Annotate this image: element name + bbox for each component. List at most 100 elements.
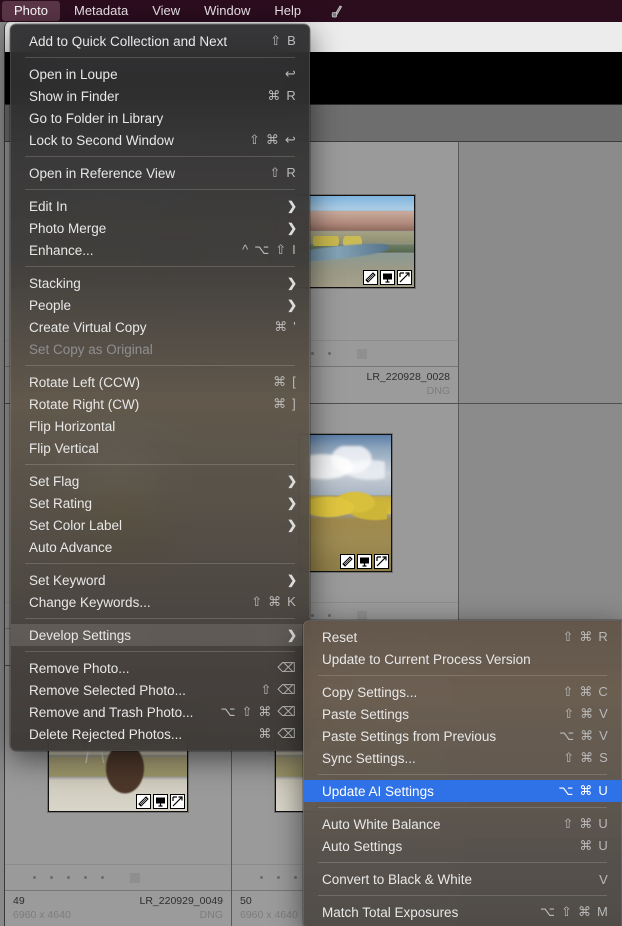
thumbnail-badges <box>363 269 412 285</box>
menu-item-lock-to-second-window[interactable]: Lock to Second Window ⇧ ⌘ ↩ <box>11 129 309 151</box>
menu-item-add-to-quick-collection-and-next[interactable]: Add to Quick Collection and Next ⇧ B <box>11 30 309 52</box>
chevron-right-icon: ❯ <box>286 496 297 510</box>
menu-item-auto-white-balance[interactable]: Auto White Balance ⇧ ⌘ U <box>304 813 621 835</box>
menu-item-enhance[interactable]: Enhance... ^ ⌥ ⇧ I <box>11 239 309 261</box>
color-label-swatch[interactable] <box>357 610 367 621</box>
color-label-swatch[interactable] <box>357 348 367 359</box>
menu-item-shortcut: ⌘ ⌫ <box>258 726 297 741</box>
rating-dot[interactable] <box>260 876 263 879</box>
menu-item-label: Remove and Trash Photo... <box>29 704 194 720</box>
menu-item-stacking[interactable]: Stacking ❯ <box>11 272 309 294</box>
menu-item-photo-merge[interactable]: Photo Merge ❯ <box>11 217 309 239</box>
menu-item-update-to-current-process-version[interactable]: Update to Current Process Version <box>304 648 621 670</box>
menu-item-remove-selected-photo[interactable]: Remove Selected Photo... ⇧ ⌫ <box>11 679 309 701</box>
menu-item-open-in-reference-view[interactable]: Open in Reference View ⇧ R <box>11 162 309 184</box>
menu-item-set-rating[interactable]: Set Rating ❯ <box>11 492 309 514</box>
menu-item-change-keywords[interactable]: Change Keywords... ⇧ ⌘ K <box>11 591 309 613</box>
menu-item-label: Set Keyword <box>29 572 106 588</box>
menu-item-set-color-label[interactable]: Set Color Label ❯ <box>11 514 309 536</box>
menu-item-reset[interactable]: Reset ⇧ ⌘ R <box>304 626 621 648</box>
menu-item-shortcut: ⇧ ⌘ R <box>562 629 609 644</box>
menu-item-label: Auto Advance <box>29 539 113 555</box>
photo-dimensions: 6960 x 4640 <box>240 909 298 921</box>
photo-menu-dropdown[interactable]: Add to Quick Collection and Next ⇧ B Open … <box>10 24 310 751</box>
menu-separator <box>318 675 607 676</box>
menu-item-shortcut: ⌘ ' <box>274 319 297 334</box>
menu-item-label: Add to Quick Collection and Next <box>29 33 228 49</box>
photo-index: 49 <box>13 895 25 907</box>
develop-settings-submenu[interactable]: Reset ⇧ ⌘ R Update to Current Process Vers… <box>303 620 622 926</box>
menu-item-label: Change Keywords... <box>29 594 151 610</box>
menu-separator <box>318 895 607 896</box>
menubar-item-help[interactable]: Help <box>262 0 313 22</box>
menu-item-label: Flip Horizontal <box>29 418 116 434</box>
menu-item-develop-settings[interactable]: Develop Settings ❯ <box>11 624 309 646</box>
menu-item-show-in-finder[interactable]: Show in Finder ⌘ R <box>11 85 309 107</box>
menu-item-create-virtual-copy[interactable]: Create Virtual Copy ⌘ ' <box>11 316 309 338</box>
rating-dot[interactable] <box>294 876 297 879</box>
menu-item-rotate-right-cw[interactable]: Rotate Right (CW) ⌘ ] <box>11 393 309 415</box>
rating-dot[interactable] <box>67 876 70 879</box>
menu-item-remove-and-trash-photo[interactable]: Remove and Trash Photo... ⌥ ⇧ ⌘ ⌫ <box>11 701 309 723</box>
rating-dot[interactable] <box>328 352 331 355</box>
menu-item-shortcut: ⌘ ] <box>273 396 297 411</box>
lightroom-icon[interactable] <box>329 3 345 19</box>
menu-item-people[interactable]: People ❯ <box>11 294 309 316</box>
rating-dot[interactable] <box>311 614 314 617</box>
menu-item-label: Go to Folder in Library <box>29 110 164 126</box>
menu-item-flip-vertical[interactable]: Flip Vertical <box>11 437 309 459</box>
rating-dot[interactable] <box>33 876 36 879</box>
menu-item-paste-settings-from-previous[interactable]: Paste Settings from Previous ⌥ ⌘ V <box>304 725 621 747</box>
menu-item-label: Flip Vertical <box>29 440 99 456</box>
rating-dot[interactable] <box>311 352 314 355</box>
menu-item-rotate-left-ccw[interactable]: Rotate Left (CCW) ⌘ [ <box>11 371 309 393</box>
menu-item-update-ai-settings[interactable]: Update AI Settings ⌥ ⌘ U <box>304 780 621 802</box>
menu-item-convert-to-black-white[interactable]: Convert to Black & White V <box>304 868 621 890</box>
menu-item-label: Create Virtual Copy <box>29 319 147 335</box>
chevron-right-icon: ❯ <box>286 474 297 488</box>
menu-item-sync-settings[interactable]: Sync Settings... ⇧ ⌘ S <box>304 747 621 769</box>
menu-item-auto-advance[interactable]: Auto Advance <box>11 536 309 558</box>
menu-item-label: People <box>29 297 72 313</box>
thumbnail-badges <box>136 793 185 809</box>
chevron-right-icon: ❯ <box>286 276 297 290</box>
menu-item-set-keyword[interactable]: Set Keyword ❯ <box>11 569 309 591</box>
menu-item-copy-settings[interactable]: Copy Settings... ⇧ ⌘ C <box>304 681 621 703</box>
menu-item-set-flag[interactable]: Set Flag ❯ <box>11 470 309 492</box>
chevron-right-icon: ❯ <box>286 573 297 587</box>
rating-dot[interactable] <box>101 876 104 879</box>
menu-item-shortcut: ⌘ U <box>579 838 609 853</box>
menu-item-flip-horizontal[interactable]: Flip Horizontal <box>11 415 309 437</box>
photo-thumbnail[interactable] <box>298 434 392 572</box>
menubar-item-photo[interactable]: Photo <box>2 1 60 21</box>
rating-dot[interactable] <box>84 876 87 879</box>
menubar-item-metadata[interactable]: Metadata <box>62 0 140 22</box>
menu-item-shortcut: V <box>599 871 609 887</box>
rating-dot[interactable] <box>277 876 280 879</box>
menu-item-label: Open in Reference View <box>29 165 176 181</box>
menu-item-edit-in[interactable]: Edit In ❯ <box>11 195 309 217</box>
menu-item-match-total-exposures[interactable]: Match Total Exposures ⌥ ⇧ ⌘ M <box>304 901 621 923</box>
menu-item-remove-photo[interactable]: Remove Photo... ⌫ <box>11 657 309 679</box>
rating-dot[interactable] <box>50 876 53 879</box>
menu-item-shortcut: ⌘ [ <box>273 374 297 389</box>
menubar-item-window[interactable]: Window <box>192 0 262 22</box>
menu-item-auto-settings[interactable]: Auto Settings ⌘ U <box>304 835 621 857</box>
menu-separator <box>318 862 607 863</box>
menu-item-shortcut: ⇧ ⌘ U <box>562 816 609 831</box>
menu-item-delete-rejected-photos[interactable]: Delete Rejected Photos... ⌘ ⌫ <box>11 723 309 745</box>
menu-item-shortcut: ⇧ ⌘ V <box>563 706 609 721</box>
menu-item-open-in-loupe[interactable]: Open in Loupe ↩ <box>11 63 309 85</box>
menubar-item-view[interactable]: View <box>140 0 192 22</box>
menu-separator <box>318 774 607 775</box>
rating-dots[interactable] <box>5 864 231 890</box>
chevron-right-icon: ❯ <box>286 518 297 532</box>
rating-dot[interactable] <box>328 614 331 617</box>
color-label-swatch[interactable] <box>130 872 140 883</box>
menu-item-paste-settings[interactable]: Paste Settings ⇧ ⌘ V <box>304 703 621 725</box>
menu-item-shortcut: ⌥ ⇧ ⌘ M <box>540 904 609 919</box>
menu-item-go-to-folder-in-library[interactable]: Go to Folder in Library <box>11 107 309 129</box>
menu-item-label: Paste Settings from Previous <box>322 728 497 744</box>
crop-icon <box>363 269 378 285</box>
menu-item-shortcut: ⇧ B <box>270 33 297 48</box>
